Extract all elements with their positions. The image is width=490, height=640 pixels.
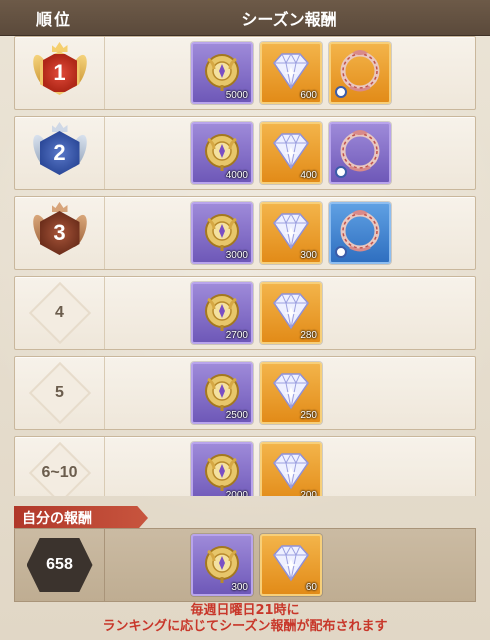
clock-icon — [335, 246, 347, 258]
ranking-row: 4 2700 280 — [14, 276, 476, 350]
reward-items: 2500 250 — [191, 362, 322, 426]
reward-count: 3000 — [225, 250, 248, 261]
distribution-note-line2: ランキングに応じてシーズン報酬が配布されます — [102, 619, 388, 634]
rank-cell: 2 — [15, 117, 105, 189]
reward-items: 3000 300 — [191, 202, 391, 266]
rank-cell: 1 — [15, 37, 105, 109]
reward-item[interactable]: 2700 — [191, 282, 253, 344]
reward-items: 2700 280 — [191, 282, 322, 346]
gold-medal-icon: 1 — [29, 42, 90, 102]
diamond-gem-icon — [268, 291, 314, 335]
own-rank-badge: 658 — [26, 538, 93, 592]
reward-item[interactable]: 600 — [260, 42, 322, 104]
rank-number: 6~10 — [41, 464, 78, 481]
reward-count: 60 — [305, 582, 317, 593]
reward-count: 2500 — [225, 410, 248, 421]
ranking-row: 1 5000 600 — [14, 36, 476, 110]
diamond-gem-icon — [268, 51, 314, 95]
reward-count: 250 — [300, 410, 317, 421]
reward-item[interactable]: 250 — [260, 362, 322, 424]
ranking-row: 6~10 2000 200 — [14, 436, 476, 496]
reward-count: 200 — [300, 490, 317, 496]
own-rank-cell: 658 — [15, 529, 105, 601]
reward-count: 300 — [300, 250, 317, 261]
reward-count: 280 — [300, 330, 317, 341]
own-reward-panel: 658 300 60 — [14, 528, 476, 602]
rank-number: 1 — [39, 51, 80, 95]
clock-icon — [335, 86, 347, 98]
diamond-gem-icon — [268, 211, 314, 255]
reward-list[interactable]: 1 5000 600 2 4000 400 3 3000 300 4 2700 280 5 2500 250… — [14, 36, 476, 496]
ranking-row: 3 3000 300 — [14, 196, 476, 270]
diamond-gem-icon — [268, 371, 314, 415]
rank-number: 3 — [39, 211, 80, 255]
reward-count: 300 — [231, 582, 248, 593]
reward-items: 2000 200 — [191, 442, 322, 496]
reward-item[interactable]: 2500 — [191, 362, 253, 424]
reward-count: 400 — [300, 170, 317, 181]
silver-medal-icon: 2 — [29, 122, 90, 182]
ranking-row: 2 4000 400 — [14, 116, 476, 190]
reward-count: 2700 — [225, 330, 248, 341]
reward-count: 2000 — [225, 490, 248, 496]
rank-cell: 4 — [15, 277, 105, 349]
reward-item[interactable]: 60 — [260, 534, 322, 596]
own-reward-tag: 自分の報酬 — [14, 506, 148, 530]
reward-count: 600 — [300, 90, 317, 101]
reward-item[interactable]: 280 — [260, 282, 322, 344]
reward-column-header: シーズン報酬 — [241, 9, 337, 29]
reward-item[interactable] — [329, 122, 391, 184]
diamond-gem-icon — [268, 131, 314, 175]
rank-number: 2 — [39, 131, 80, 175]
reward-item[interactable]: 5000 — [191, 42, 253, 104]
gold-sigil-icon — [200, 449, 244, 496]
distribution-note-line1: 毎週日曜日21時に — [190, 603, 300, 618]
rank-cell: 5 — [15, 357, 105, 429]
reward-count: 4000 — [225, 170, 248, 181]
reward-item[interactable]: 300 — [191, 534, 253, 596]
reward-count: 5000 — [225, 90, 248, 101]
reward-item[interactable]: 400 — [260, 122, 322, 184]
clock-icon — [335, 166, 347, 178]
ranking-row: 5 2500 250 — [14, 356, 476, 430]
rank-number: 4 — [55, 304, 64, 321]
bronze-medal-icon: 3 — [29, 202, 90, 262]
diamond-gem-icon — [268, 451, 314, 495]
rank-number: 5 — [55, 384, 64, 401]
reward-items: 5000 600 — [191, 42, 391, 106]
reward-item[interactable] — [329, 202, 391, 264]
rank-cell: 6~10 — [15, 437, 105, 496]
ranking-header: 順位 シーズン報酬 — [0, 0, 490, 36]
reward-item[interactable]: 3000 — [191, 202, 253, 264]
reward-item[interactable]: 2000 — [191, 442, 253, 496]
reward-item[interactable]: 4000 — [191, 122, 253, 184]
own-reward-items: 300 60 — [191, 534, 322, 598]
rank-cell: 3 — [15, 197, 105, 269]
diamond-gem-icon — [268, 543, 314, 587]
distribution-note: 毎週日曜日21時に ランキングに応じてシーズン報酬が配布されます — [0, 603, 490, 635]
reward-item[interactable]: 200 — [260, 442, 322, 496]
reward-items: 4000 400 — [191, 122, 391, 186]
reward-item[interactable] — [329, 42, 391, 104]
rank-column-header: 順位 — [35, 9, 72, 29]
reward-item[interactable]: 300 — [260, 202, 322, 264]
